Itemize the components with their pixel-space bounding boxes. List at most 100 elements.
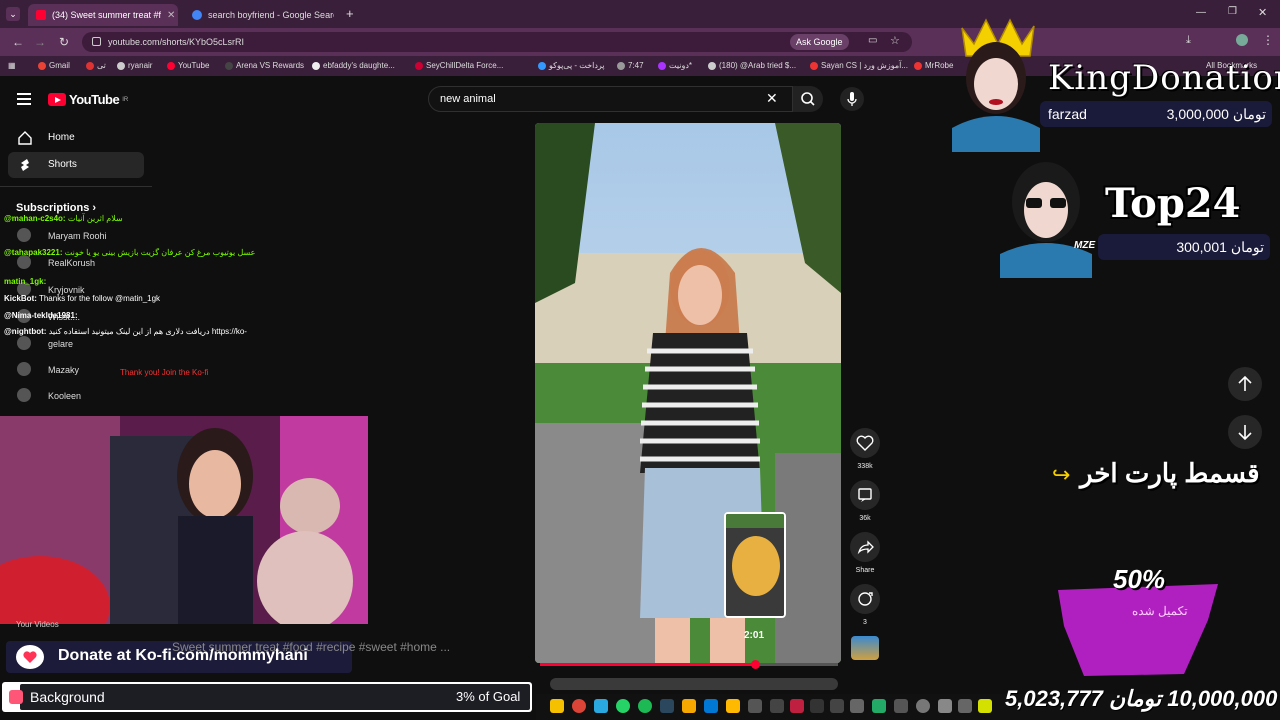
new-tab-button[interactable]: +: [346, 6, 354, 21]
bookmark-star-icon[interactable]: ☆: [890, 34, 900, 47]
avatar: [17, 388, 31, 402]
window-close-button[interactable]: ✕: [1258, 6, 1267, 19]
youtube-logo[interactable]: YouTube IR: [48, 92, 128, 107]
app-icon[interactable]: [830, 699, 844, 713]
search-app-icon[interactable]: [682, 699, 696, 713]
sidebar-subscription[interactable]: Maryam Roohi: [48, 231, 107, 241]
chat-message: KickBot: Thanks for the follow @matin_1g…: [4, 294, 161, 303]
app-icon[interactable]: [704, 699, 718, 713]
bookmark-time[interactable]: 7:47: [617, 60, 644, 72]
file-explorer-icon[interactable]: [550, 699, 564, 713]
share-button[interactable]: [850, 532, 880, 562]
sidebar-subscription[interactable]: RealKorush: [48, 258, 95, 268]
youtube-play-icon: [48, 93, 66, 106]
close-icon[interactable]: ✕: [167, 10, 175, 21]
shorts-icon: [21, 159, 29, 171]
comment-icon: [858, 488, 872, 502]
spotify-icon[interactable]: [638, 699, 652, 713]
steam-icon[interactable]: [660, 699, 674, 713]
app-icon[interactable]: [938, 699, 952, 713]
chat-message: Thank you! Join the Ko-fi: [120, 368, 209, 377]
bookmark-ebfaddy[interactable]: ebfaddy's daughte...: [312, 60, 395, 72]
minimize-button[interactable]: —: [1196, 7, 1206, 18]
sidebar-subscription[interactable]: gelare: [48, 339, 73, 349]
chat-message: matin_1gk:: [4, 277, 47, 286]
bookmark-arena[interactable]: Arena VS Rewards: [225, 60, 304, 72]
browser-tab-bar: ⌄ (34) Sweet summer treat #f ✕ search bo…: [0, 0, 1280, 28]
maximize-button[interactable]: ❐: [1228, 6, 1237, 17]
app-icon[interactable]: [916, 699, 930, 713]
app-icon[interactable]: [850, 699, 864, 713]
goal-status: تکمیل شده: [1132, 604, 1188, 618]
sidebar-subscription[interactable]: Mazaky: [48, 365, 79, 375]
bookmark-seychill[interactable]: SeyChillDelta Force...: [415, 60, 503, 72]
tab-search-button[interactable]: ⌄: [6, 7, 20, 21]
tab-label: search boyfriend - Google Searc: [208, 10, 334, 20]
search-input[interactable]: new animal: [428, 86, 793, 112]
app-icon[interactable]: [748, 699, 762, 713]
menu-dots-icon[interactable]: ⋮: [1262, 33, 1274, 47]
search-button[interactable]: [793, 86, 823, 112]
tab-youtube[interactable]: (34) Sweet summer treat #f ✕: [28, 4, 178, 26]
app-icon[interactable]: [726, 699, 740, 713]
sidebar-subscription[interactable]: Kooleen: [48, 391, 81, 401]
like-button[interactable]: [850, 428, 880, 458]
seek-preview-time: 2:01: [744, 630, 765, 641]
apps-grid-icon[interactable]: ▦: [8, 60, 16, 72]
arrow-up-icon: [1238, 375, 1252, 391]
forward-arrow-icon[interactable]: →: [32, 34, 48, 50]
avatar: [17, 336, 31, 350]
app-icon[interactable]: [958, 699, 972, 713]
whatsapp-icon[interactable]: [616, 699, 630, 713]
microphone-icon: [847, 92, 857, 106]
bookmark-youtube[interactable]: YouTube: [167, 60, 209, 72]
streamer-webcam-image: [0, 416, 368, 624]
chrome-icon[interactable]: [572, 699, 586, 713]
king-donation-title: KingDonation: [1048, 58, 1280, 98]
app-icon[interactable]: [978, 699, 992, 713]
app-icon[interactable]: [894, 699, 908, 713]
bookmark-2[interactable]: تی: [86, 60, 106, 72]
clear-search-icon[interactable]: ✕: [766, 90, 778, 107]
bookmark-ryanair[interactable]: ryanair: [117, 60, 152, 72]
video-progress-fill: [540, 663, 755, 666]
app-icon[interactable]: [872, 699, 886, 713]
video-progress-handle[interactable]: [751, 660, 760, 669]
reload-icon[interactable]: ↻: [56, 34, 72, 50]
url-input[interactable]: youtube.com/shorts/KYbO5cLsrRI: [82, 32, 912, 52]
app-icon[interactable]: [790, 699, 804, 713]
back-arrow-icon[interactable]: ←: [10, 34, 26, 50]
next-short-preview[interactable]: [550, 678, 838, 690]
cast-icon[interactable]: ▭: [868, 35, 877, 46]
bookmark-sayan[interactable]: Sayan CS | آموزش ورد...: [810, 60, 908, 72]
shorts-video-player[interactable]: [535, 123, 841, 663]
remix-icon: [858, 592, 873, 606]
bookmark-arab[interactable]: (180) @Arab tried $...: [708, 60, 796, 72]
ask-google-button[interactable]: Ask Google: [790, 34, 849, 50]
hamburger-menu-icon[interactable]: [17, 93, 31, 105]
sidebar-item-your-videos[interactable]: Your Videos: [16, 620, 59, 629]
king-donation-bar: farzad 3,000,000 تومان: [1040, 101, 1272, 127]
site-info-icon[interactable]: [92, 37, 101, 46]
comment-button[interactable]: [850, 480, 880, 510]
subscriptions-heading[interactable]: Subscriptions ›: [16, 202, 96, 214]
previous-short-button[interactable]: [1228, 367, 1262, 401]
share-label: Share: [855, 567, 875, 574]
chat-message: @mahan-c2s4o: سلام اثرین آنیات: [4, 214, 123, 223]
bookmark-payping[interactable]: پرداخت - پی‌پوکو: [538, 60, 605, 72]
sound-thumbnail[interactable]: [851, 636, 879, 660]
app-icon[interactable]: [810, 699, 824, 713]
bookmark-donate[interactable]: دونیت*: [658, 60, 692, 72]
bookmark-gmail[interactable]: Gmail: [38, 60, 70, 72]
kofi-cup-icon: [16, 645, 44, 669]
google-favicon-icon: [192, 10, 202, 20]
remix-button[interactable]: [850, 584, 880, 614]
voice-search-button[interactable]: [840, 87, 864, 111]
tab-google[interactable]: search boyfriend - Google Searc ✕: [184, 4, 334, 26]
download-icon[interactable]: ⤓: [1186, 34, 1191, 47]
next-short-button[interactable]: [1228, 415, 1262, 449]
part-caption: قسمط پارت اخر: [1080, 458, 1260, 488]
app-icon[interactable]: [770, 699, 784, 713]
telegram-icon[interactable]: [594, 699, 608, 713]
profile-avatar[interactable]: [1236, 34, 1248, 46]
